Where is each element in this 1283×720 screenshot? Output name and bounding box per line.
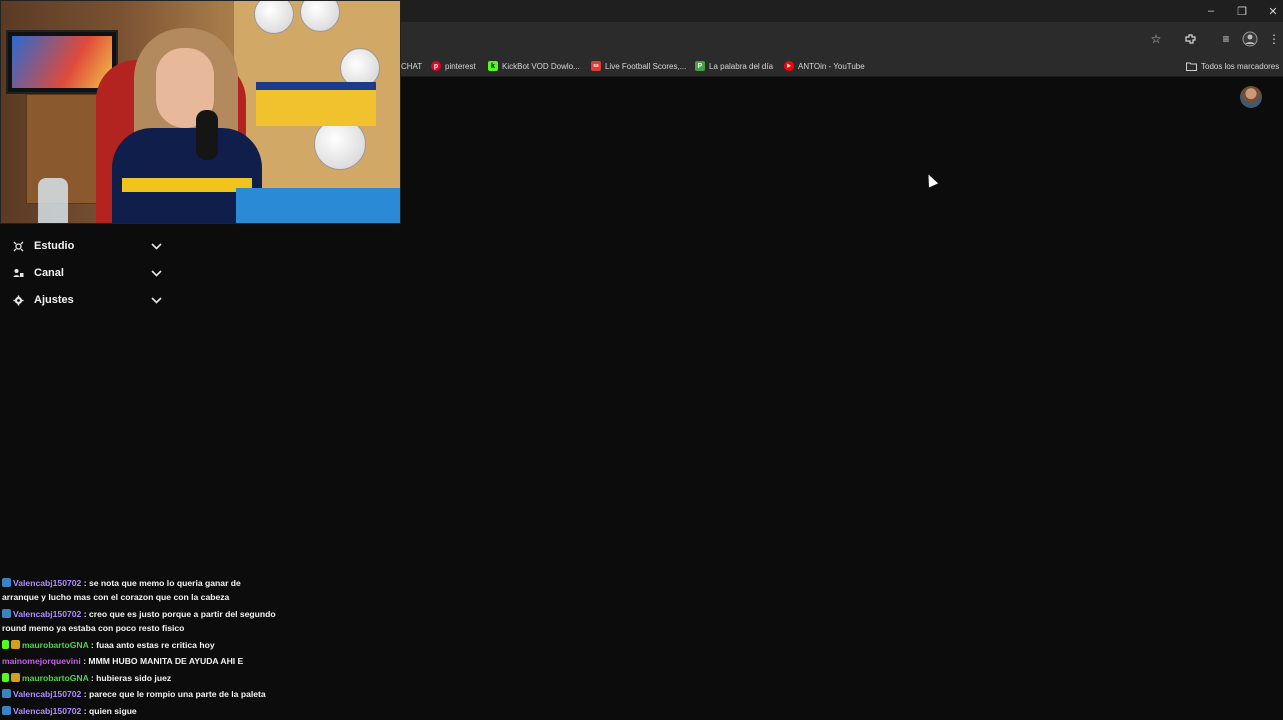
gift-badge-icon — [11, 640, 20, 649]
bookmark-palabra-del-dia[interactable]: P La palabra del día — [695, 58, 773, 74]
chat-text: : MMM HUBO MANITA DE AYUDA AHI E — [83, 656, 244, 666]
chat-username[interactable]: Valencabj150702 — [13, 689, 81, 699]
close-icon: ✕ — [1268, 5, 1278, 18]
bookmark-label: CHAT — [401, 61, 423, 71]
bookmark-label: ANTOin - YouTube — [798, 61, 865, 71]
chevron-down-icon — [150, 240, 162, 252]
chat-message-continuation: arranque y lucho mas con el corazon que … — [2, 590, 229, 604]
palabra-icon: P — [695, 61, 705, 71]
webcam-overlay — [0, 0, 401, 224]
sidebar-item-canal[interactable]: Canal — [12, 263, 162, 283]
chevron-down-icon — [150, 294, 162, 306]
minimize-button[interactable]: – — [1196, 0, 1226, 22]
media-icon[interactable]: ≡ — [1217, 30, 1235, 48]
sidebar-item-label: Ajustes — [34, 294, 74, 306]
verified-badge-icon — [2, 673, 9, 682]
chat-text: round memo ya estaba con poco resto fisi… — [2, 623, 185, 633]
avatar[interactable] — [1240, 86, 1262, 108]
subscriber-badge-icon — [2, 689, 11, 698]
bookmark-label: pinterest — [445, 61, 476, 71]
kickbot-icon: k — [488, 61, 498, 71]
chevron-down-icon — [150, 267, 162, 279]
chat-username[interactable]: mainomejorquevini — [2, 656, 81, 666]
close-button[interactable]: ✕ — [1258, 0, 1283, 22]
chat-username[interactable]: maurobartoGNA — [22, 640, 89, 650]
chat-username[interactable]: Valencabj150702 — [13, 706, 81, 716]
chat-message: mainomejorquevini : MMM HUBO MANITA DE A… — [2, 654, 243, 668]
folder-icon — [1186, 62, 1197, 71]
chat-text: : hubieras sido juez — [90, 673, 172, 683]
chat-text: : quien sigue — [83, 706, 137, 716]
subscriber-badge-icon — [2, 706, 11, 715]
bookmark-pinterest[interactable]: p pinterest — [431, 58, 476, 74]
minimize-icon: – — [1207, 5, 1215, 17]
gift-badge-icon — [11, 673, 20, 682]
all-bookmarks-label: Todos los marcadores — [1201, 61, 1280, 71]
chat-message: maurobartoGNA : hubieras sido juez — [2, 671, 171, 685]
youtube-icon: ▶ — [784, 61, 794, 71]
webcam-border — [0, 0, 401, 224]
subscriber-badge-icon — [2, 609, 11, 618]
sidebar-item-ajustes[interactable]: Ajustes — [12, 290, 162, 310]
settings-icon — [12, 294, 24, 306]
extensions-icon[interactable] — [1181, 30, 1199, 48]
bookmark-label: Live Football Scores,... — [605, 61, 687, 71]
chat-message-continuation: round memo ya estaba con poco resto fisi… — [2, 621, 184, 635]
maximize-button[interactable]: ❐ — [1227, 0, 1257, 22]
all-bookmarks[interactable]: Todos los marcadores — [1186, 58, 1279, 74]
chat-username[interactable]: Valencabj150702 — [13, 578, 81, 588]
sidebar-item-label: Estudio — [34, 240, 75, 252]
chat-text: : creo que es justo porque a partir del … — [83, 609, 276, 619]
chat-username[interactable]: maurobartoGNA — [22, 673, 89, 683]
chat-username[interactable]: Valencabj150702 — [13, 609, 81, 619]
bookmark-live-football[interactable]: ss Live Football Scores,... — [591, 58, 686, 74]
menu-icon[interactable]: ⋮ — [1265, 30, 1283, 48]
chat-message: Valencabj150702 : quien sigue — [2, 704, 137, 718]
bookmark-kickbot[interactable]: k KickBot VOD Dowlo... — [488, 58, 580, 74]
profile-icon[interactable] — [1241, 30, 1259, 48]
chat-text: arranque y lucho mas con el corazon que … — [2, 592, 230, 602]
chat-text: : parece que le rompio una parte de la p… — [83, 689, 266, 699]
sidebar-item-estudio[interactable]: Estudio — [12, 236, 162, 256]
sidebar-item-label: Canal — [34, 267, 64, 279]
bookmark-chat[interactable]: CHAT — [401, 58, 422, 74]
studio-icon — [12, 240, 24, 252]
chat-text: : se nota que memo lo queria ganar de — [83, 578, 241, 588]
chat-message: Valencabj150702 : se nota que memo lo qu… — [2, 576, 241, 590]
verified-badge-icon — [2, 640, 9, 649]
bookmark-label: KickBot VOD Dowlo... — [502, 61, 580, 71]
subscriber-badge-icon — [2, 578, 11, 587]
star-icon[interactable]: ☆ — [1147, 30, 1165, 48]
live-football-icon: ss — [591, 61, 601, 71]
pinterest-icon: p — [431, 61, 441, 71]
chat-message: Valencabj150702 : creo que es justo porq… — [2, 607, 276, 621]
channel-icon — [12, 267, 24, 279]
bookmark-youtube[interactable]: ▶ ANTOin - YouTube — [784, 58, 865, 74]
chat-text: : fuaa anto estas re critica hoy — [90, 640, 215, 650]
chat-message: maurobartoGNA : fuaa anto estas re criti… — [2, 638, 215, 652]
bookmark-label: La palabra del día — [709, 61, 774, 71]
maximize-icon: ❐ — [1237, 5, 1247, 18]
chat-message: Valencabj150702 : parece que le rompio u… — [2, 687, 266, 701]
